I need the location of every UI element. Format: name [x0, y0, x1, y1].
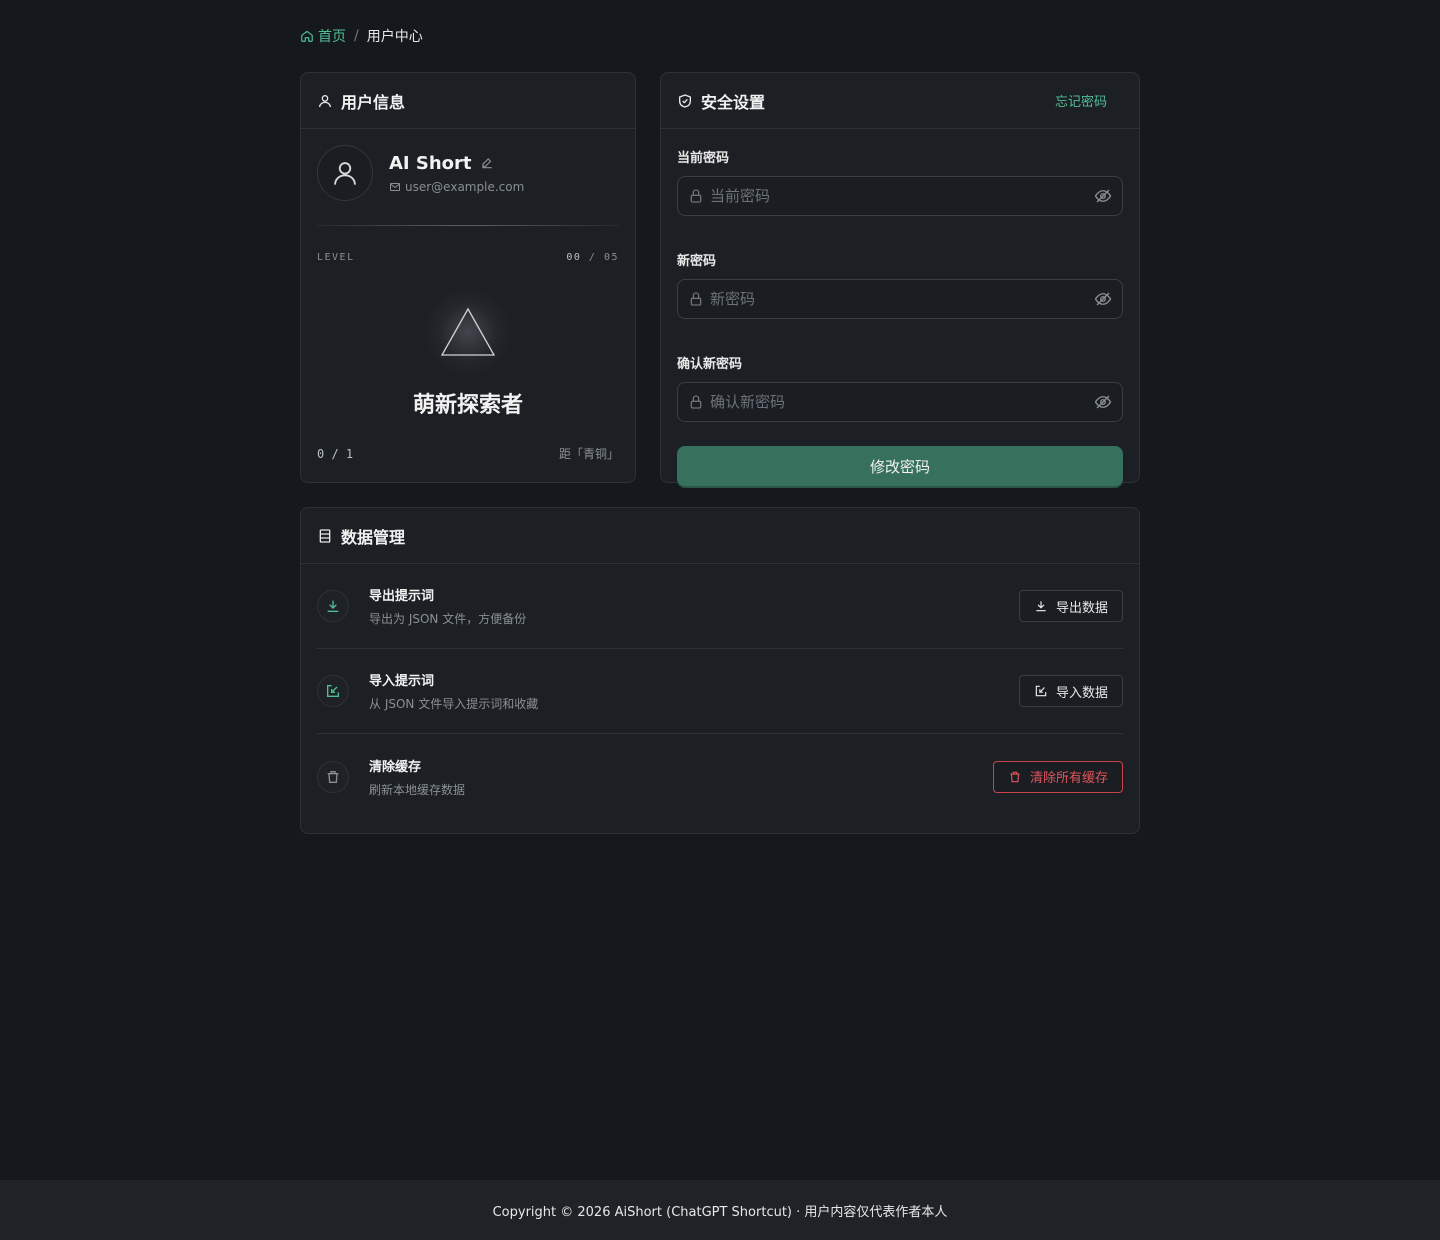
security-header: 安全设置 忘记密码: [661, 73, 1139, 129]
eye-off-icon[interactable]: [1094, 393, 1112, 411]
user-icon: [317, 93, 333, 109]
lock-icon: [690, 292, 702, 306]
data-management-card: 数据管理 导出提示词 导出为 JSON 文件，方便备份 导出数据 导入提示词 从…: [300, 507, 1140, 834]
shield-icon: [677, 93, 693, 109]
clear-cache-title: 清除缓存: [369, 759, 422, 775]
security-title: 安全设置: [701, 92, 766, 112]
triangle-rank-icon: [440, 307, 496, 356]
export-data-button[interactable]: 导出数据: [1018, 590, 1123, 622]
export-row: 导出提示词 导出为 JSON 文件，方便备份 导出数据: [317, 564, 1123, 649]
import-row: 导入提示词 从 JSON 文件导入提示词和收藏 导入数据: [317, 649, 1123, 734]
home-icon: [301, 30, 313, 42]
breadcrumb-separator: /: [354, 28, 359, 44]
rank-progress: 0 / 1: [317, 446, 354, 461]
current-password-label: 当前密码: [677, 151, 730, 166]
breadcrumb-home-label[interactable]: 首页: [318, 26, 346, 46]
new-password-input[interactable]: [710, 290, 1094, 308]
next-rank-text: 距「青铜」: [558, 447, 619, 461]
user-info-card: 用户信息 AI Short user@example.com LEVEL 00 …: [300, 72, 636, 483]
level-max: 05: [603, 252, 619, 263]
forgot-password-link[interactable]: 忘记密码: [1055, 91, 1107, 110]
breadcrumb: 首页 / 用户中心: [300, 26, 423, 46]
download-icon: [1036, 601, 1046, 612]
trash-icon: [317, 760, 349, 793]
export-desc: 导出为 JSON 文件，方便备份: [369, 612, 527, 626]
user-email: user@example.com: [405, 179, 525, 194]
import-data-button[interactable]: 导入数据: [1018, 675, 1123, 707]
import-desc: 从 JSON 文件导入提示词和收藏: [369, 697, 539, 711]
clear-cache-desc: 刷新本地缓存数据: [369, 782, 466, 797]
user-info-title: 用户信息: [341, 92, 406, 112]
username: AI Short: [389, 152, 472, 174]
footer-copyright: Copyright © 2026 AiShort (ChatGPT Shortc…: [492, 1204, 948, 1220]
current-password-field[interactable]: [677, 176, 1123, 216]
clear-cache-row: 清除缓存 刷新本地缓存数据 清除所有缓存: [317, 734, 1123, 819]
security-settings-card: 安全设置 忘记密码 当前密码 新密码 确认新密码 修改密码: [660, 72, 1140, 486]
eye-off-icon[interactable]: [1094, 290, 1112, 308]
export-title: 导出提示词: [369, 589, 435, 604]
confirm-password-input[interactable]: [710, 393, 1094, 411]
import-data-label: 导入数据: [1055, 685, 1108, 701]
rank-title: 萌新探索者: [412, 393, 523, 418]
data-management-header: 数据管理: [301, 508, 1139, 564]
new-password-field[interactable]: [677, 279, 1123, 319]
lock-icon: [690, 189, 702, 203]
import-icon: [317, 675, 349, 707]
footer: Copyright © 2026 AiShort (ChatGPT Shortc…: [0, 1180, 1440, 1240]
confirm-password-field[interactable]: [677, 382, 1123, 422]
breadcrumb-current: 用户中心: [366, 29, 423, 45]
breadcrumb-home-link[interactable]: 首页: [300, 26, 346, 46]
avatar-user-icon: [334, 162, 356, 185]
new-password-label: 新密码: [677, 254, 717, 269]
download-icon: [317, 590, 349, 622]
avatar[interactable]: [317, 145, 373, 201]
eye-off-icon[interactable]: [1094, 187, 1112, 205]
data-management-title: 数据管理: [341, 527, 406, 547]
trash-icon: [1010, 771, 1020, 782]
export-data-label: 导出数据: [1055, 600, 1108, 616]
level-label: LEVEL: [317, 252, 355, 263]
confirm-password-label: 确认新密码: [677, 357, 743, 372]
import-icon: [1035, 685, 1047, 697]
user-info-header: 用户信息: [301, 73, 635, 129]
database-icon: [317, 528, 333, 544]
level-separator: /: [581, 252, 604, 263]
clear-all-cache-button[interactable]: 清除所有缓存: [992, 760, 1123, 793]
current-password-input[interactable]: [710, 187, 1094, 205]
clear-all-cache-label: 清除所有缓存: [1029, 771, 1108, 786]
change-password-button[interactable]: 修改密码: [677, 446, 1123, 486]
level-count: 00 / 05: [566, 252, 619, 263]
import-title: 导入提示词: [369, 674, 435, 689]
level-current: 00: [566, 252, 582, 263]
lock-icon: [690, 395, 702, 409]
rank-badge: [423, 287, 513, 377]
mail-icon: [390, 182, 400, 191]
edit-name-icon[interactable]: [480, 156, 494, 170]
